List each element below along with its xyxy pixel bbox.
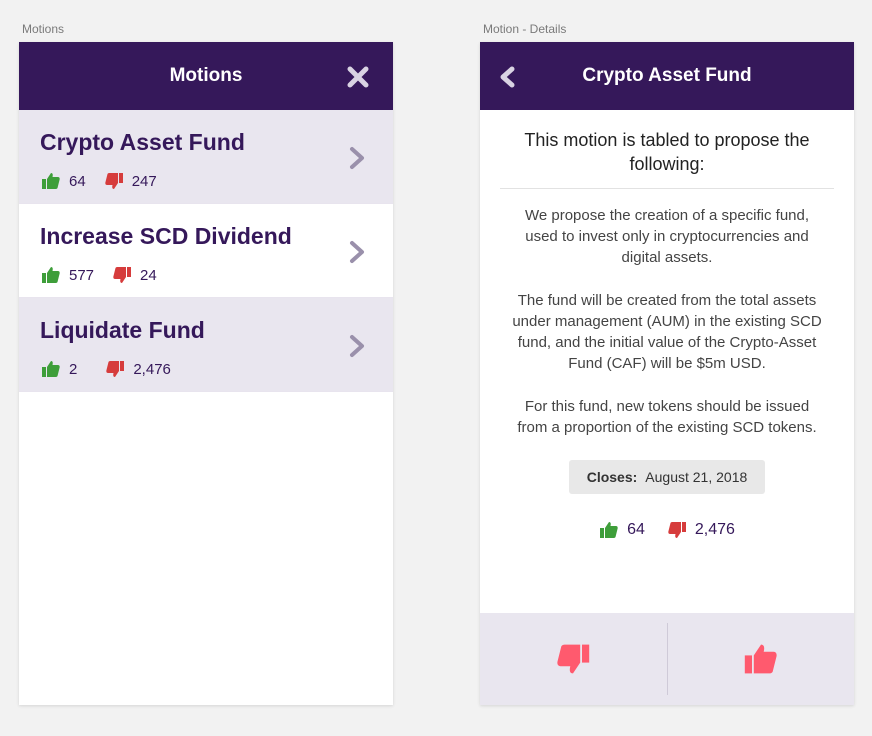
vote-up-count: 64 xyxy=(69,172,86,190)
vote-action-bar xyxy=(480,613,854,705)
thumbs-up-icon xyxy=(42,267,60,283)
motion-votes: 577 24 xyxy=(41,265,157,285)
close-icon[interactable] xyxy=(345,64,371,90)
motion-description: We propose the creation of a specific fu… xyxy=(480,189,854,438)
details-header: Crypto Asset Fund xyxy=(480,42,854,110)
description-paragraph: The fund will be created from the total … xyxy=(512,292,822,372)
vote-up-count: 2 xyxy=(69,360,78,378)
thumbs-down-icon xyxy=(557,644,590,674)
vote-down-count: 247 xyxy=(131,172,157,190)
frame-label-motions: Motions xyxy=(22,22,65,36)
thumbs-down-icon xyxy=(105,173,123,189)
motion-list-item[interactable]: Increase SCD Dividend 577 24 xyxy=(19,204,393,298)
thumbs-down-icon xyxy=(113,267,132,283)
motion-title: Crypto Asset Fund xyxy=(40,129,245,155)
motion-votes: 2 2,476 xyxy=(41,359,171,379)
vote-down: 2,476 xyxy=(667,520,735,540)
closes-label: Closes: xyxy=(586,469,638,485)
motion-heading: This motion is tabled to propose the fol… xyxy=(524,130,810,174)
vote-down: 247 xyxy=(104,171,157,191)
motion-list-item[interactable]: Liquidate Fund 2 2,476 xyxy=(19,298,393,392)
thumbs-up-icon xyxy=(744,644,777,674)
thumbs-up-icon xyxy=(42,361,60,377)
vote-up: 64 xyxy=(41,171,86,191)
vote-up: 64 xyxy=(599,520,645,540)
motion-list-item[interactable]: Crypto Asset Fund 64 247 xyxy=(19,110,393,204)
page-title: Motions xyxy=(169,65,243,86)
frame-label-details: Motion - Details xyxy=(483,22,567,36)
vote-down-count: 2,476 xyxy=(133,360,171,378)
vote-up: 2 xyxy=(41,359,77,379)
page-title: Crypto Asset Fund xyxy=(582,65,752,86)
motion-title: Increase SCD Dividend xyxy=(40,223,292,249)
vote-up: 577 xyxy=(41,265,94,285)
vote-for-button[interactable] xyxy=(668,613,855,705)
thumbs-down-icon xyxy=(668,522,686,538)
vote-down-count: 24 xyxy=(140,266,157,284)
description-paragraph: For this fund, new tokens should be issu… xyxy=(517,398,817,436)
motion-votes: 64 2,476 xyxy=(480,520,854,540)
thumbs-up-icon xyxy=(42,173,60,189)
vote-up-count: 64 xyxy=(627,521,645,538)
vote-down: 24 xyxy=(112,265,157,285)
thumbs-up-icon xyxy=(600,522,618,538)
chevron-right-icon xyxy=(350,335,364,357)
vote-against-button[interactable] xyxy=(480,613,667,705)
closes-date: August 21, 2018 xyxy=(645,469,748,485)
description-paragraph: We propose the creation of a specific fu… xyxy=(524,207,810,266)
chevron-right-icon xyxy=(350,241,364,263)
motions-header: Motions xyxy=(19,42,393,110)
motion-votes: 64 247 xyxy=(41,171,157,191)
thumbs-down-icon xyxy=(106,361,125,377)
vote-down-count: 2,476 xyxy=(694,521,735,538)
vote-down: 2,476 xyxy=(105,359,171,379)
motion-title: Liquidate Fund xyxy=(40,317,205,343)
motion-details-screen: Crypto Asset Fund This motion is tabled … xyxy=(480,42,854,705)
motions-screen: Motions Crypto Asset Fund 64 247 Increas… xyxy=(19,42,393,705)
closes-badge: Closes: August 21, 2018 xyxy=(569,460,765,494)
chevron-right-icon xyxy=(350,147,364,169)
vote-up-count: 577 xyxy=(69,266,95,284)
back-arrow-icon[interactable] xyxy=(498,66,518,88)
